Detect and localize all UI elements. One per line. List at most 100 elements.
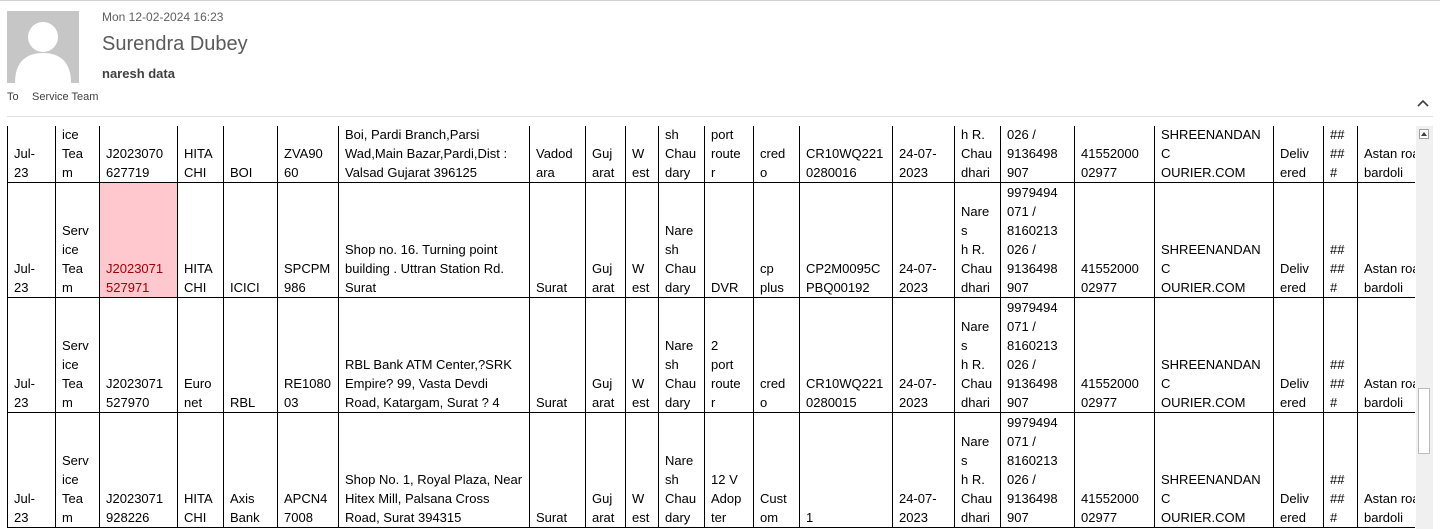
table-cell: Serv ice Tea m [55,412,100,528]
table-cell: 9979494 071 / 8160213 026 / 9136498 907 [1000,412,1075,528]
table-cell: 1 [799,412,893,528]
table-cell: Guj arat [585,126,626,183]
table-cell: 9979494 071 / 8160213 026 / 9136498 907 [1000,297,1075,413]
table-cell: cred o [753,297,800,413]
table-cell: RBL [223,297,278,413]
table-cell: Guj arat [585,412,626,528]
table-row: Jul- 23 Serv ice Tea m J2023071 928226 H… [7,412,1415,528]
vertical-scrollbar[interactable] [1416,126,1433,529]
table-cell: Deliv ered [1273,182,1324,298]
recipients-row: To Service Team [7,91,98,103]
collapse-header-button[interactable] [1416,96,1430,110]
table-cell: W est [625,182,659,298]
table-cell: 026 / 9136498 907 [1000,126,1075,183]
table-cell: Nares h R. Chau dhari [954,182,1001,298]
scroll-up-button[interactable] [1419,129,1429,139]
triangle-up-icon [1421,132,1427,136]
table-row: Jul- 23 Serv ice Tea m J2023071 527970 E… [7,297,1415,413]
table-cell: SHREENANDANC OURIER.COM [1154,297,1274,413]
email-subject: naresh data [102,66,175,81]
highlighted-cell: J2023071 527971 [99,182,178,298]
sender-name[interactable]: Surendra Dubey [102,33,248,56]
table-cell: ## ## # [1323,412,1358,528]
table-cell: Euro net [177,297,224,413]
table-cell: ZVA90 60 [277,126,339,183]
table-cell: DVR [704,182,754,298]
table-cell: Cust om [753,412,800,528]
table-cell: SHREENANDANC OURIER.COM [1154,182,1274,298]
table-cell: Shop No. 1, Royal Plaza, Near Hitex Mill… [338,412,530,528]
table-cell: HITA CHI [177,412,224,528]
table-cell: HITA CHI [177,126,224,183]
table-cell: SHREENANDANC OURIER.COM [1154,412,1274,528]
table-cell: RE1080 03 [277,297,339,413]
table-cell: 41552000 02977 [1074,182,1155,298]
table-cell: Surat [529,297,586,413]
table-cell: SPCPM 986 [277,182,339,298]
table-cell: CR10WQ221 0280016 [799,126,893,183]
table-cell: CP2M0095C PBQ00192 [799,182,893,298]
table-cell: ## ## # [1323,126,1358,183]
table-cell: Axis Bank [223,412,278,528]
table-cell: h R. Chau dhari [954,126,1001,183]
table-cell: 2 port route r [704,297,754,413]
table-cell: J2023071 527970 [99,297,178,413]
window-top-border [0,0,1440,1]
scroll-thumb[interactable] [1418,388,1430,454]
table-cell: Nares h R. Chau dhari [954,297,1001,413]
table-cell: W est [625,126,659,183]
table-cell: ## ## # [1323,297,1358,413]
table-cell: 9979494 071 / 8160213 026 / 9136498 907 [1000,182,1075,298]
table-cell: BOI [223,126,278,183]
table-cell: Boi, Pardi Branch,Parsi Wad,Main Bazar,P… [338,126,530,183]
person-icon [7,11,79,83]
table-cell: port route r [704,126,754,183]
table-cell: 41552000 02977 [1074,126,1155,183]
table-cell: Astan road, bardoli [1357,297,1415,413]
table-row: Jul- 23 Serv ice Tea m J2023071 527971 H… [7,182,1415,298]
table-cell: Jul- 23 [7,412,56,528]
table-cell: ## ## # [1323,182,1358,298]
table-cell: Nares h R. Chau dhari [954,412,1001,528]
table-cell: ICICI [223,182,278,298]
table-cell: 41552000 02977 [1074,297,1155,413]
avatar [7,11,79,83]
table-cell: sh Chau dary [658,126,705,183]
table-cell: J2023071 928226 [99,412,178,528]
table-row: Jul- 23 ice Tea m J2023070 627719 HITA C… [7,126,1415,183]
table-cell: Serv ice Tea m [55,297,100,413]
table-cell: W est [625,297,659,413]
recipient-service-team[interactable]: Service Team [32,91,98,103]
table-cell: W est [625,412,659,528]
table-cell: ice Tea m [55,126,100,183]
to-label: To [7,91,19,103]
message-body[interactable]: Jul- 23 ice Tea m J2023070 627719 HITA C… [7,126,1415,529]
sent-date: Mon 12-02-2024 16:23 [102,10,224,24]
table-cell: Jul- 23 [7,297,56,413]
table-cell: Astan road, bardoli [1357,126,1415,183]
table-cell: Surat [529,182,586,298]
table-cell: Astan road, bardoli [1357,182,1415,298]
table-cell: Deliv ered [1273,412,1324,528]
table-cell: APCN4 7008 [277,412,339,528]
table-cell: Jul- 23 [7,126,56,183]
table-cell: Surat [529,412,586,528]
table-cell: Deliv ered [1273,126,1324,183]
table-cell: SHREENANDANC OURIER.COM [1154,126,1274,183]
table-cell: CR10WQ221 0280015 [799,297,893,413]
table-cell: Nare sh Chau dary [658,182,705,298]
table-cell: HITA CHI [177,182,224,298]
table-cell: cp plus [753,182,800,298]
table-cell: Nare sh Chau dary [658,297,705,413]
table-cell: Nare sh Chau dary [658,412,705,528]
table-cell: Guj arat [585,297,626,413]
table-cell: Guj arat [585,182,626,298]
table-cell: Serv ice Tea m [55,182,100,298]
table-cell: Vadod ara [529,126,586,183]
table-cell: Astan road, bardoli [1357,412,1415,528]
header-separator [7,116,1433,117]
table-cell: cred o [753,126,800,183]
table-cell: Deliv ered [1273,297,1324,413]
table-cell: Jul- 23 [7,182,56,298]
table-cell: 24-07- 2023 [892,412,955,528]
